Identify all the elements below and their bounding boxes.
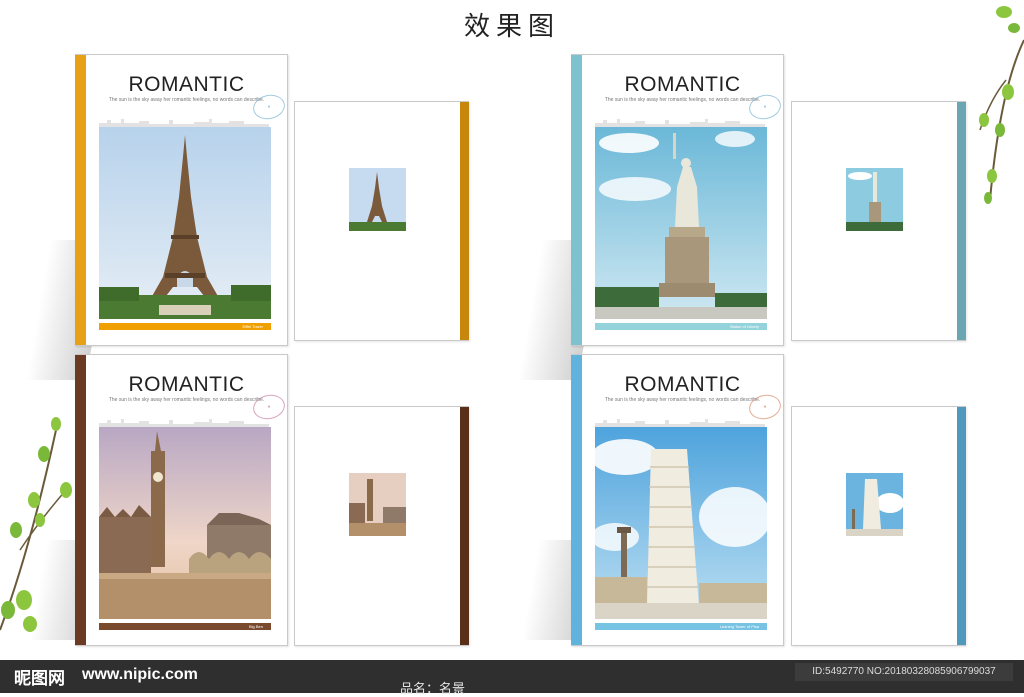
eiffel-tower-photo: [99, 127, 271, 319]
big-ben-photo: [99, 427, 271, 619]
cover-caption: Eiffel Tower: [99, 323, 271, 330]
statue-of-liberty-thumbnail: [846, 168, 903, 231]
notebook-front-cover-big-ben: ROMANTIC The sun is the sky away her rom…: [75, 354, 288, 646]
leafy-branch-icon: [0, 417, 72, 632]
cover-spine: [75, 55, 86, 345]
notebook-front-cover-eiffel: ROMANTIC The sun is the sky away her rom…: [75, 54, 288, 346]
eiffel-tower-thumbnail: [349, 168, 406, 231]
notebook-back-cover-big-ben: [294, 406, 469, 646]
back-spine: [460, 102, 469, 340]
cover-spine: [571, 355, 582, 645]
cover-heading: ROMANTIC: [624, 73, 741, 96]
cover-spine: [571, 55, 582, 345]
cover-heading: ROMANTIC: [624, 373, 741, 396]
cover-caption: Leaning Tower of Pisa: [595, 623, 767, 630]
cover-heading: ROMANTIC: [128, 73, 245, 96]
cover-spine: [75, 355, 86, 645]
city-skyline-icon: [99, 419, 269, 427]
back-spine: [957, 407, 966, 645]
big-ben-thumbnail: [349, 473, 406, 536]
city-skyline-icon: [595, 419, 765, 427]
city-skyline-icon: [99, 119, 269, 127]
statue-of-liberty-photo: [595, 127, 767, 319]
site-logo: 昵图网: [14, 669, 65, 689]
notebook-back-cover-pisa: [791, 406, 966, 646]
notebook-front-cover-pisa: ROMANTIC The sun is the sky away her rom…: [571, 354, 784, 646]
image-id-label: ID:5492770 NO:20180328085906799037: [795, 663, 1013, 681]
notebook-front-cover-liberty: ROMANTIC The sun is the sky away her rom…: [571, 54, 784, 346]
notebook-back-cover-eiffel: [294, 101, 469, 341]
site-url[interactable]: www.nipic.com: [82, 666, 198, 684]
cover-heading: ROMANTIC: [128, 373, 245, 396]
leaning-tower-of-pisa-photo: [595, 427, 767, 619]
product-name: 品名：名景: [400, 682, 466, 697]
notebook-back-cover-liberty: [791, 101, 966, 341]
back-spine: [460, 407, 469, 645]
city-skyline-icon: [595, 119, 765, 127]
cover-caption: Big Ben: [99, 623, 271, 630]
page-title: 效果图: [463, 12, 560, 42]
cover-caption: Statue of Liberty: [595, 323, 767, 330]
leaning-tower-of-pisa-thumbnail: [846, 473, 903, 536]
leafy-branch-icon: [979, 6, 1024, 204]
